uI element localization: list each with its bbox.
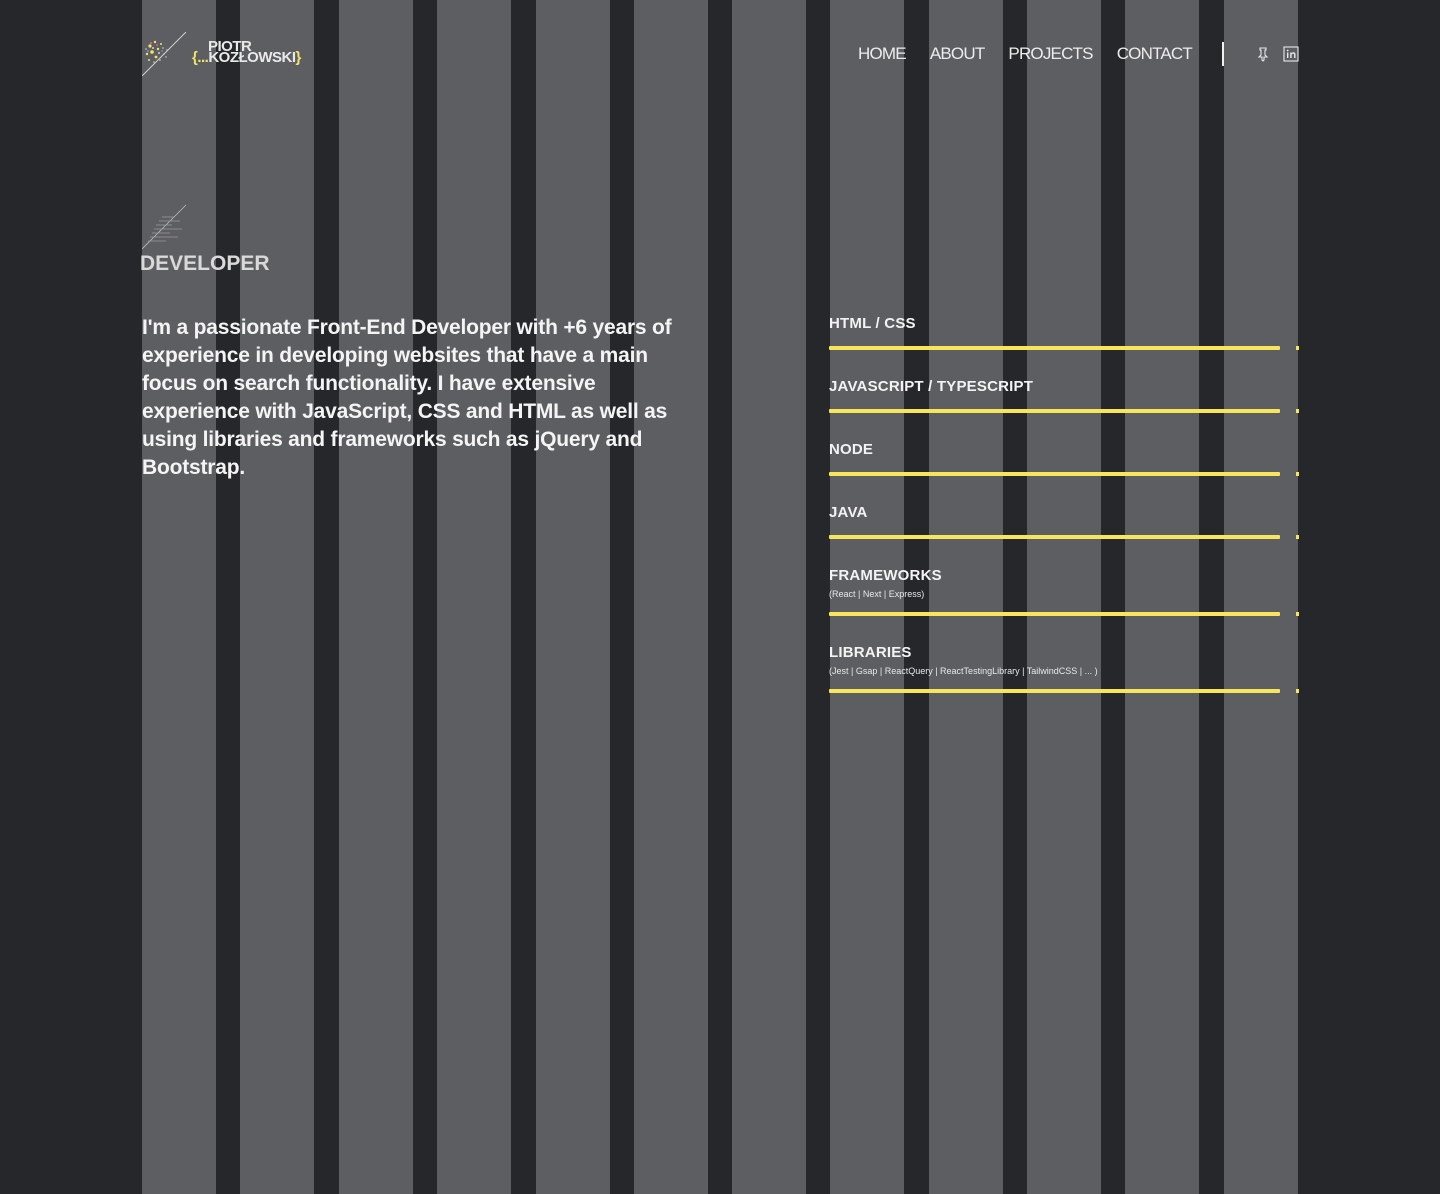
site-logo[interactable]: PIOTR {...KOZŁOWSKI}: [142, 32, 312, 78]
skill-bar-track: [829, 346, 1299, 350]
skill-item: HTML / CSS: [829, 312, 1299, 354]
skill-name: NODE: [829, 441, 874, 458]
skill-bar: [829, 612, 1281, 616]
skill-bar-end: [1296, 535, 1299, 539]
skill-bar-end: [1296, 409, 1299, 413]
skill-name: LIBRARIES: [829, 644, 912, 661]
skill-bar-track: [829, 409, 1299, 413]
nav-contact[interactable]: CONTACT: [1117, 44, 1193, 64]
nav-home[interactable]: HOME: [858, 44, 907, 64]
skill-name: HTML / CSS: [829, 315, 916, 332]
skill-item: JAVA: [829, 501, 1299, 564]
nav-divider: [1222, 42, 1224, 66]
skill-name: FRAMEWORKS: [829, 567, 942, 584]
developer-title: DEVELOPER: [140, 252, 270, 275]
github-icon[interactable]: [1255, 46, 1271, 62]
logo-close-brace: }: [295, 49, 302, 66]
skill-subtitle: (Jest | Gsap | ReactQuery | ReactTesting…: [829, 666, 1098, 676]
skill-bar-track: [829, 612, 1299, 616]
skill-bar-end: [1296, 346, 1299, 350]
skill-bar-end: [1296, 472, 1299, 476]
skill-bar-end: [1296, 689, 1299, 693]
logo-open-brace: {...: [192, 49, 209, 66]
skill-bar-end: [1296, 612, 1299, 616]
skill-bar: [829, 472, 1281, 476]
main-nav: HOME ABOUT PROJECTS CONTACT: [858, 44, 1193, 64]
skill-bar: [829, 689, 1281, 693]
skill-bar: [829, 409, 1281, 413]
skill-item: JAVASCRIPT / TYPESCRIPT: [829, 375, 1299, 438]
skill-subtitle: (React | Next | Express): [829, 589, 925, 599]
intro-paragraph: I'm a passionate Front-End Developer wit…: [142, 316, 672, 479]
skill-bar-track: [829, 535, 1299, 539]
skill-item: NODE: [829, 438, 1299, 501]
logo-mark-icon: [142, 32, 187, 76]
page: PIOTR {...KOZŁOWSKI} HOME ABOUT PROJECTS…: [0, 0, 1440, 1194]
nav-about[interactable]: ABOUT: [930, 44, 985, 64]
logo-last-name: {...KOZŁOWSKI}: [192, 50, 301, 65]
logo-last-name-text: KOZŁOWSKI: [208, 49, 296, 66]
skill-name: JAVASCRIPT / TYPESCRIPT: [829, 378, 1034, 395]
skills-list: HTML / CSS JAVASCRIPT / TYPESCRIPT NODE …: [829, 312, 1299, 718]
nav-projects[interactable]: PROJECTS: [1008, 44, 1093, 64]
skill-item: FRAMEWORKS (React | Next | Express): [829, 564, 1299, 641]
developer-mark-icon: [142, 204, 187, 249]
skill-bar-track: [829, 472, 1299, 476]
skill-bar: [829, 535, 1281, 539]
skill-item: LIBRARIES (Jest | Gsap | ReactQuery | Re…: [829, 641, 1299, 718]
skill-bar-track: [829, 689, 1299, 693]
skill-name: JAVA: [829, 504, 868, 521]
skill-bar: [829, 346, 1281, 350]
linkedin-icon[interactable]: [1283, 46, 1299, 62]
